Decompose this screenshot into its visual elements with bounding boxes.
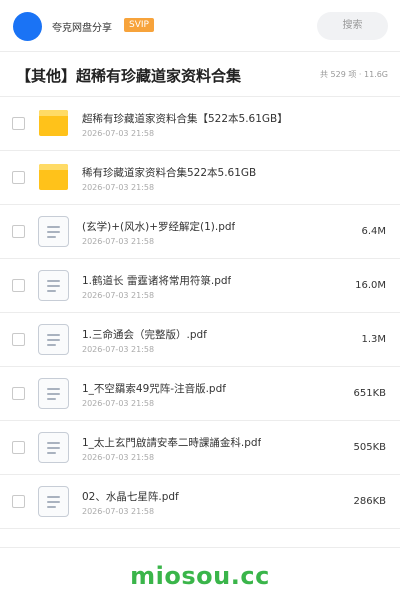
select-checkbox[interactable] [12,495,25,508]
page-title: 【其他】超稀有珍藏道家资料合集 [16,67,242,85]
select-checkbox[interactable] [12,279,25,292]
file-date: 2026-07-03 21:58 [82,237,155,246]
document-icon [38,270,69,301]
file-size: 6.4M [361,226,386,237]
watermark: miosou.cc [130,562,270,590]
file-date: 2026-07-03 21:58 [82,291,155,300]
svip-badge: SVIP [124,18,154,32]
avatar[interactable] [13,12,42,41]
file-size: 505KB [353,442,386,453]
file-date: 2026-07-03 21:58 [82,453,155,462]
file-row[interactable]: 02、水晶七星阵.pdf 2026-07-03 21:58 286KB [0,475,400,529]
document-icon [38,378,69,409]
file-row[interactable]: (玄学)+(风水)+罗经解定(1).pdf 2026-07-03 21:58 6.4… [0,205,400,259]
document-icon [38,486,69,517]
file-date: 2026-07-03 21:58 [82,345,155,354]
file-row[interactable]: 稀有珍藏道家资料合集522本5.61GB 2026-07-03 21:58 [0,151,400,205]
file-name[interactable]: 1_太上玄門啟請安奉二時課誦金科.pdf [82,435,261,450]
page-meta: 共 529 项 · 11.6G [320,70,388,79]
file-name[interactable]: 02、水晶七星阵.pdf [82,489,179,504]
top-header: 夸克网盘分享 SVIP 搜索 [0,0,400,52]
file-row[interactable]: 1.鹤道长 雷霆诸将常用符箓.pdf 2026-07-03 21:58 16.0M [0,259,400,313]
file-name[interactable]: 1_不空羂索49咒阵-注音版.pdf [82,381,226,396]
file-name[interactable]: 1.三命通会（完整版）.pdf [82,327,207,342]
document-icon [38,216,69,247]
file-size: 16.0M [355,280,386,291]
file-row[interactable]: 超稀有珍藏道家资料合集【522本5.61GB】 2026-07-03 21:58 [0,97,400,151]
title-bar: 【其他】超稀有珍藏道家资料合集 共 529 项 · 11.6G [0,53,400,97]
owner-name[interactable]: 夸克网盘分享 [52,19,112,34]
file-row[interactable]: 1.三命通会（完整版）.pdf 2026-07-03 21:58 1.3M [0,313,400,367]
file-name[interactable]: (玄学)+(风水)+罗经解定(1).pdf [82,219,235,234]
document-icon [38,324,69,355]
file-size: 286KB [353,496,386,507]
search-input[interactable]: 搜索 [317,12,388,40]
file-row[interactable]: 1_不空羂索49咒阵-注音版.pdf 2026-07-03 21:58 651KB [0,367,400,421]
folder-icon [38,162,69,193]
file-date: 2026-07-03 21:58 [82,129,155,138]
select-checkbox[interactable] [12,333,25,346]
document-icon [38,432,69,463]
file-row[interactable]: 1_太上玄門啟請安奉二時課誦金科.pdf 2026-07-03 21:58 505K… [0,421,400,475]
folder-icon [38,108,69,139]
select-checkbox[interactable] [12,387,25,400]
select-checkbox[interactable] [12,117,25,130]
file-name[interactable]: 稀有珍藏道家资料合集522本5.61GB [82,165,256,180]
file-list: 超稀有珍藏道家资料合集【522本5.61GB】 2026-07-03 21:58 稀… [0,97,400,529]
file-date: 2026-07-03 21:58 [82,507,155,516]
file-name[interactable]: 超稀有珍藏道家资料合集【522本5.61GB】 [82,111,288,126]
file-date: 2026-07-03 21:58 [82,183,155,192]
select-checkbox[interactable] [12,171,25,184]
select-checkbox[interactable] [12,441,25,454]
file-size: 1.3M [361,334,386,345]
file-name[interactable]: 1.鹤道长 雷霆诸将常用符箓.pdf [82,273,231,288]
select-checkbox[interactable] [12,225,25,238]
file-date: 2026-07-03 21:58 [82,399,155,408]
file-size: 651KB [353,388,386,399]
